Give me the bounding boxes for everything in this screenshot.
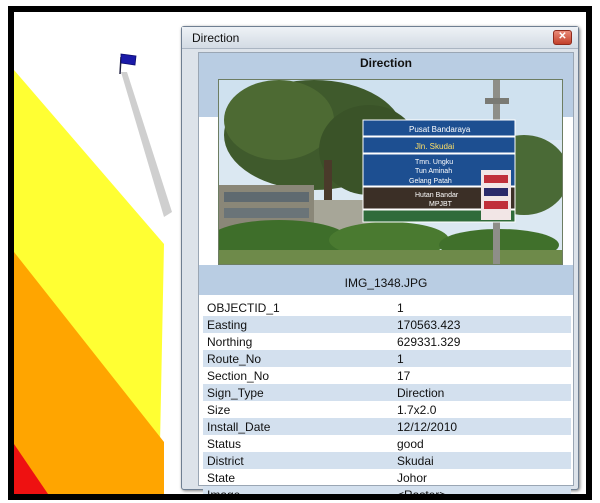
table-row: Section_No 17	[203, 367, 571, 384]
flag-icon	[119, 53, 137, 75]
attribute-table: OBJECTID_1 1 Easting 170563.423 Northing…	[203, 299, 571, 494]
sign-photo: Pusat Bandaraya Jln. Skudai Tmn. Ungku T…	[218, 79, 563, 265]
attribute-value: 17	[397, 368, 411, 383]
sign-text-6: Hutan Bandar	[415, 192, 459, 199]
attribute-value: 12/12/2010	[393, 418, 571, 435]
popup-header-title: Direction	[359, 56, 412, 70]
sign-text-7: MPJBT	[429, 201, 453, 208]
popup-content: Direction Pusat Bandaraya Jln. Skudai Tm…	[198, 52, 574, 494]
attribute-value: 1	[393, 350, 571, 367]
attribute-value: Skudai	[393, 452, 571, 469]
attribute-key: Northing	[207, 334, 253, 349]
close-button[interactable]: ✕	[553, 30, 572, 45]
attribute-value: 1	[397, 300, 404, 315]
sign-text-5: Gelang Patah	[409, 178, 452, 185]
attribute-value: <Raster>	[393, 486, 571, 494]
attribute-key: Sign_Type	[203, 384, 393, 401]
table-row: Easting 170563.423	[203, 316, 571, 333]
sign-photo-image: Pusat Bandaraya Jln. Skudai Tmn. Ungku T…	[219, 80, 562, 264]
attribute-value: 170563.423	[393, 316, 571, 333]
caption-band: IMG_1348.JPG	[199, 265, 573, 295]
attribute-key: Install_Date	[203, 418, 393, 435]
sign-text-3: Tmn. Ungku	[415, 159, 453, 166]
table-row: State Johor	[203, 469, 571, 486]
popup-titlebar[interactable]: Direction ✕	[182, 27, 578, 49]
sign-text-1: Pusat Bandaraya	[409, 125, 471, 134]
image-caption: IMG_1348.JPG	[344, 276, 428, 290]
table-row: Northing 629331.329	[203, 333, 571, 350]
table-row: Image <Raster>	[203, 486, 571, 494]
table-row: OBJECTID_1 1	[203, 299, 571, 316]
table-row: Sign_Type Direction	[203, 384, 571, 401]
sign-text-2: Jln. Skudai	[415, 142, 454, 151]
attribute-key: Route_No	[203, 350, 393, 367]
attribute-value: 1.7x2.0	[397, 402, 437, 417]
attribute-key: Image	[203, 486, 393, 494]
attribute-key: State	[207, 470, 236, 485]
attribute-value: 629331.329	[397, 334, 461, 349]
attribute-key: Size	[207, 402, 231, 417]
attribute-value: good	[397, 436, 424, 451]
identify-popup: Direction ✕ Direction Pusat Bandaraya Jl…	[181, 26, 579, 494]
figure-frame: Direction ✕ Direction Pusat Bandaraya Jl…	[8, 6, 592, 500]
table-row: Size 1.7x2.0	[203, 401, 571, 418]
table-row: District Skudai	[203, 452, 571, 469]
table-row: Route_No 1	[203, 350, 571, 367]
popup-link-line	[121, 72, 172, 217]
attribute-key: Status	[207, 436, 242, 451]
popup-title: Direction	[192, 31, 240, 45]
table-row: Status good	[203, 435, 571, 452]
attribute-value: Direction	[393, 384, 571, 401]
attribute-key: Easting	[203, 316, 393, 333]
table-row: Install_Date 12/12/2010	[203, 418, 571, 435]
close-icon: ✕	[558, 31, 567, 42]
map-canvas[interactable]: Direction ✕ Direction Pusat Bandaraya Jl…	[14, 12, 586, 494]
attribute-key: OBJECTID_1	[207, 300, 280, 315]
sign-text-4: Tun Aminah	[415, 168, 452, 175]
attribute-value: Johor	[397, 470, 428, 485]
attribute-key: District	[203, 452, 393, 469]
attribute-key: Section_No	[207, 368, 270, 383]
